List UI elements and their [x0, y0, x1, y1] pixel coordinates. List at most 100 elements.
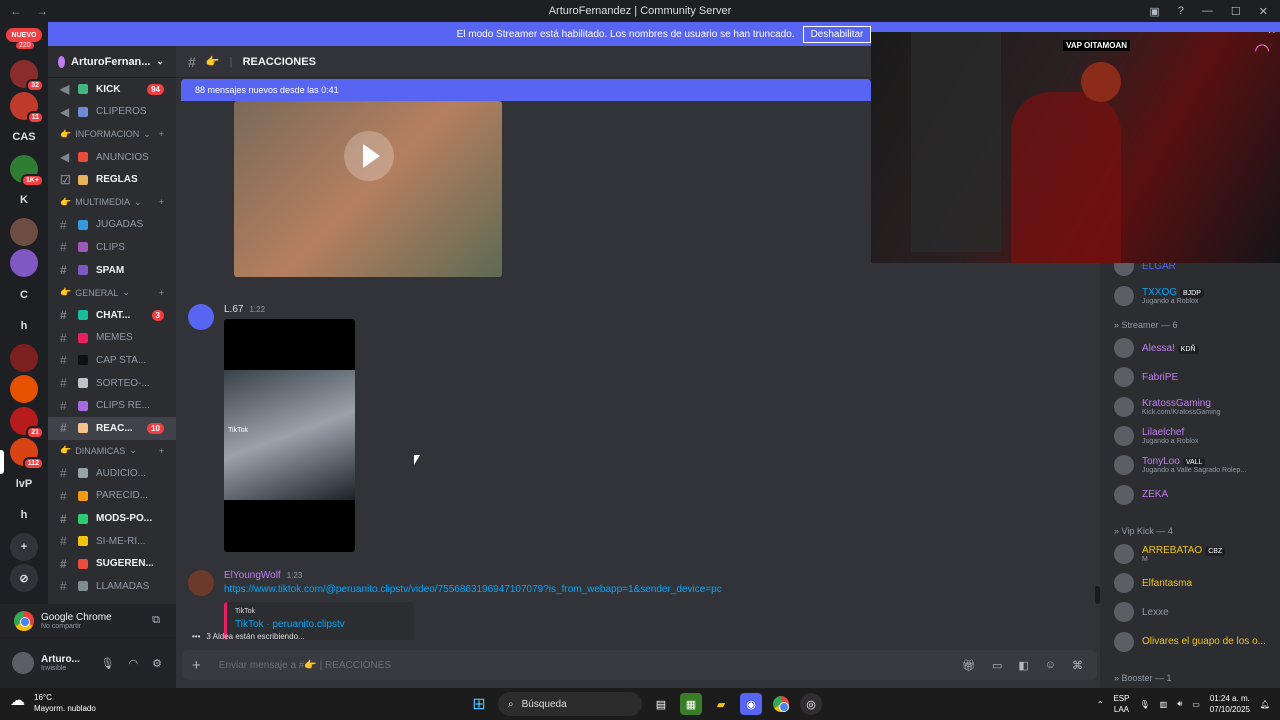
new-messages-bar[interactable]: 88 mensajes nuevos desde las 0:41: [181, 79, 871, 101]
member-item[interactable]: Alessa! KDÑ: [1114, 338, 1199, 358]
server-icon[interactable]: [10, 343, 38, 372]
channel-item[interactable]: # CAP STA...: [48, 349, 176, 372]
server-icon[interactable]: K: [10, 186, 38, 214]
battery-icon[interactable]: ▭: [1192, 700, 1200, 709]
member-item[interactable]: ARREBATAO CBZ M: [1114, 543, 1226, 564]
mic-icon[interactable]: 🎙︎: [101, 657, 115, 670]
apps-icon[interactable]: ⌘: [1072, 659, 1083, 672]
minimize-icon[interactable]: —: [1202, 5, 1213, 17]
channel-item[interactable]: # SPAM: [48, 259, 176, 282]
member-item[interactable]: ZEKA: [1114, 484, 1168, 505]
channel-item[interactable]: # LLAMADAS: [48, 575, 176, 598]
add-attachment-icon[interactable]: +: [192, 657, 201, 674]
channel-category[interactable]: 👉 INFORMACION ⌄ +: [48, 123, 176, 146]
weather-widget[interactable]: ☁ 16°C Mayorm. nublado: [10, 692, 96, 714]
channel-item[interactable]: # SI-ME-RI...: [48, 530, 176, 553]
channel-item[interactable]: # MEMES: [48, 327, 176, 350]
server-icon[interactable]: [10, 217, 38, 246]
member-item[interactable]: Lexxe: [1114, 602, 1169, 623]
channel-item[interactable]: # CLIPS: [48, 236, 176, 259]
language[interactable]: ESP: [1113, 693, 1129, 704]
avatar[interactable]: [12, 652, 34, 674]
server-icon[interactable]: [10, 406, 38, 435]
member-item[interactable]: FabriPE: [1114, 367, 1178, 388]
notifications-icon[interactable]: 🔔︎: [1260, 700, 1270, 709]
server-icon[interactable]: lvP: [10, 469, 38, 498]
forward-icon[interactable]: →: [36, 4, 48, 18]
member-item[interactable]: Elfantasma: [1114, 573, 1192, 594]
file-explorer-icon[interactable]: ▰: [710, 693, 732, 715]
channel-item[interactable]: # REAC... 10: [48, 416, 176, 440]
maximize-icon[interactable]: ☐: [1231, 5, 1241, 18]
channel-category[interactable]: 👉 MULTIMEDIA ⌄ +: [48, 191, 176, 214]
server-icon[interactable]: +: [10, 532, 38, 561]
server-header[interactable]: ArturoFernan... ⌄: [48, 46, 176, 78]
channel-item[interactable]: # JUGADAS: [48, 214, 176, 237]
channel-item[interactable]: # CLIPS RE...: [48, 394, 176, 417]
channel-item[interactable]: ☑ REGLAS: [48, 168, 176, 191]
message-composer[interactable]: + Enviar mensaje a #👉 | REACCIONES 🎁︎ ▭ …: [182, 650, 1097, 680]
mic-icon[interactable]: 🎙︎: [1139, 700, 1149, 709]
inbox-icon[interactable]: ▣: [1149, 5, 1159, 18]
server-icon[interactable]: [10, 375, 38, 403]
add-channel-icon[interactable]: +: [159, 197, 164, 207]
windows-start-icon[interactable]: ⊞: [468, 693, 490, 715]
member-item[interactable]: Olivares el guapo de los o...: [1114, 631, 1266, 652]
tiktok-video[interactable]: TikTok: [224, 319, 355, 552]
message-link[interactable]: https://www.tiktok.com/@peruanito.clipst…: [224, 584, 722, 595]
channel-item[interactable]: # PARECID...: [48, 485, 176, 508]
server-icon[interactable]: [10, 91, 38, 120]
embed-title[interactable]: TikTok · peruanito.clipstv: [235, 619, 406, 630]
message-author[interactable]: ElYoungWolf: [224, 570, 281, 581]
server-icon[interactable]: C: [10, 280, 38, 309]
play-icon[interactable]: [344, 131, 394, 181]
channel-item[interactable]: # MODS-PO...: [48, 507, 176, 530]
help-icon[interactable]: ?: [1178, 5, 1184, 17]
channel-item[interactable]: ◀ ANUNCIOS: [48, 146, 176, 169]
sticker-icon[interactable]: ◧: [1018, 659, 1028, 672]
headphones-icon[interactable]: ◠: [129, 657, 139, 670]
close-icon[interactable]: ✕: [1268, 32, 1276, 37]
server-icon[interactable]: h: [10, 312, 38, 340]
avatar[interactable]: [188, 570, 214, 596]
member-item[interactable]: TXXOG BJDP Jugando a Roblox: [1114, 286, 1204, 306]
back-icon[interactable]: ←: [10, 4, 22, 18]
server-icon[interactable]: h: [10, 501, 38, 529]
close-icon[interactable]: ✕: [1259, 5, 1268, 18]
clock[interactable]: 01:24 a. m. 07/10/2025: [1210, 693, 1250, 715]
server-icon[interactable]: ⊘: [10, 564, 38, 592]
screen-share-icon[interactable]: ⧉: [152, 614, 160, 627]
channel-category[interactable]: 👉 GENERAL ⌄ +: [48, 281, 176, 304]
gear-icon[interactable]: ⚙: [152, 657, 162, 670]
server-icon[interactable]: [10, 60, 38, 88]
taskbar-search[interactable]: ⌕ Búsqueda: [498, 692, 642, 716]
channel-category[interactable]: 👉 DINAMICAS ⌄ +: [48, 440, 176, 463]
member-item[interactable]: Lilaelchef Jugando a Roblox: [1114, 425, 1198, 446]
add-channel-icon[interactable]: +: [159, 288, 164, 298]
channel-item[interactable]: # AUDICIO...: [48, 462, 176, 485]
channel-item[interactable]: # CHAT... 3: [48, 304, 176, 327]
server-icon[interactable]: [10, 438, 38, 466]
server-icon[interactable]: CAS: [10, 123, 38, 151]
obs-icon[interactable]: ◎: [800, 693, 822, 715]
channel-item[interactable]: ◀ KICK 94: [48, 78, 176, 101]
volume-icon[interactable]: 🔊︎: [1177, 699, 1182, 709]
new-server-badge[interactable]: NUEVO: [6, 28, 42, 42]
message-input[interactable]: Enviar mensaje a #👉 | REACCIONES: [219, 660, 391, 671]
network-icon[interactable]: ▥: [1160, 700, 1168, 709]
avatar[interactable]: [188, 304, 214, 330]
video-attachment[interactable]: [234, 101, 502, 277]
add-channel-icon[interactable]: +: [159, 446, 164, 456]
channel-item[interactable]: # SUGEREN...: [48, 552, 176, 575]
gift-icon[interactable]: 🎁︎: [962, 659, 976, 672]
add-channel-icon[interactable]: +: [159, 129, 164, 139]
member-item[interactable]: TonyLoo VALL Jugando a Valle Sagrado Role…: [1114, 455, 1246, 476]
member-item[interactable]: KratossGaming Kick.com/KratossGaming: [1114, 396, 1221, 417]
disable-streamer-button[interactable]: Deshabilitar: [802, 25, 872, 43]
channel-item[interactable]: ◀ CLIPEROS: [48, 101, 176, 124]
chevron-up-icon[interactable]: ⌃: [1097, 700, 1104, 709]
discord-icon[interactable]: ◉: [740, 693, 762, 715]
chrome-icon[interactable]: [770, 693, 792, 715]
emoji-icon[interactable]: ☺: [1045, 659, 1056, 672]
task-view-icon[interactable]: ▤: [650, 693, 672, 715]
